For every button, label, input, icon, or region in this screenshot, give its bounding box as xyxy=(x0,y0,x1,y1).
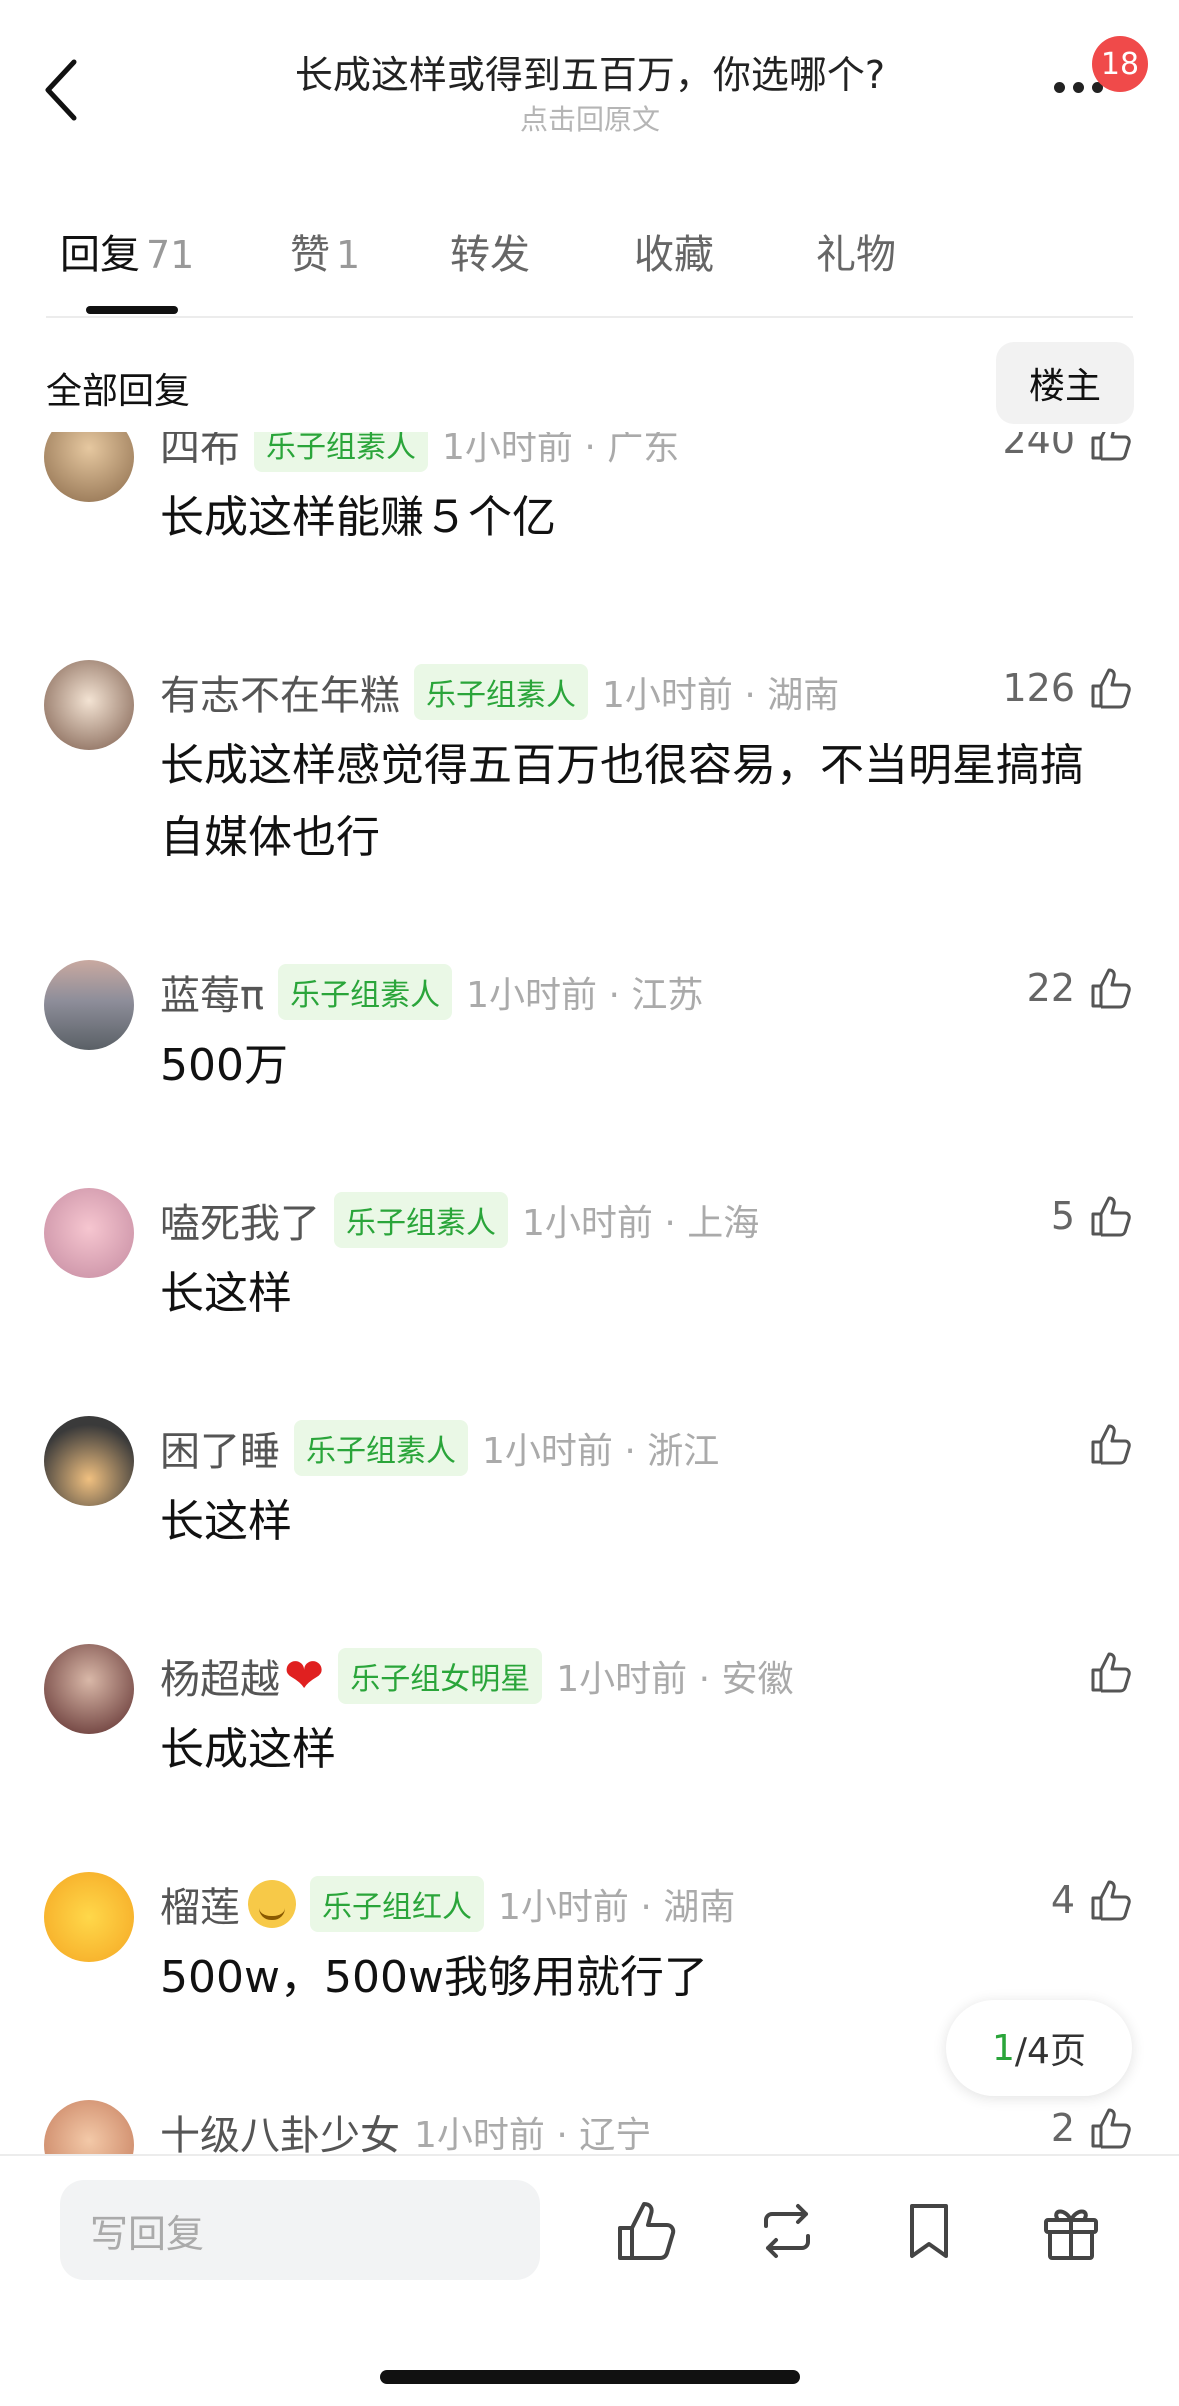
thumbs-up-icon xyxy=(1091,2108,1131,2149)
comment-text: 长这样 xyxy=(160,1496,292,1547)
tab-likes[interactable]: 赞1 xyxy=(290,222,360,280)
user-tag: 乐子组素人 xyxy=(254,432,428,472)
like-button[interactable] xyxy=(1075,1648,1135,1696)
tab-label: 收藏 xyxy=(634,232,714,278)
back-to-original-link[interactable]: 点击回原文 xyxy=(160,98,1020,138)
total-pages: /4页 xyxy=(1014,2031,1086,2072)
username[interactable]: 杨超越 xyxy=(160,1647,280,1705)
tab-replies[interactable]: 回复 71 xyxy=(60,222,194,280)
thumbs-up-icon xyxy=(1091,432,1131,461)
bookmark-icon[interactable] xyxy=(894,2196,964,2266)
active-tab-indicator xyxy=(86,306,178,314)
user-tag: 乐子组素人 xyxy=(278,964,453,1020)
tab-label: 回复 xyxy=(60,232,140,278)
user-tag: 乐子组素人 xyxy=(294,1420,468,1476)
divider xyxy=(46,316,1133,318)
reply-input[interactable]: 写回复 xyxy=(60,2180,540,2280)
like-icon[interactable] xyxy=(612,2196,682,2266)
like-count: 2 xyxy=(1050,2106,1075,2150)
smiling-emoji-icon xyxy=(248,1880,296,1928)
user-tag: 乐子组女明星 xyxy=(338,1648,543,1704)
timestamp-location: 1小时前 · 湖南 xyxy=(602,675,840,716)
avatar[interactable] xyxy=(44,1872,134,1962)
like-button[interactable]: 126 xyxy=(1002,664,1135,712)
home-indicator xyxy=(380,2370,800,2384)
user-tag: 乐子组红人 xyxy=(310,1876,484,1932)
owner-only-button[interactable]: 楼主 xyxy=(996,342,1134,424)
like-count: 4 xyxy=(1050,1878,1075,1922)
avatar[interactable] xyxy=(44,1416,134,1506)
back-arrow-icon[interactable] xyxy=(40,58,84,122)
username[interactable]: 困了睡 xyxy=(160,1419,280,1477)
repost-icon[interactable] xyxy=(752,2196,822,2266)
tab-count: 71 xyxy=(146,233,195,277)
username[interactable]: 十级八卦少女 xyxy=(160,2103,400,2154)
like-button[interactable]: 22 xyxy=(1027,964,1135,1012)
thumbs-up-icon xyxy=(1091,1880,1131,1921)
comment-list[interactable]: 四布 乐子组素人 1小时前 · 广东 240 长成这样能赚５个亿 有志不在年糕 乐子组… xyxy=(0,432,1179,2154)
avatar[interactable] xyxy=(44,660,134,750)
username[interactable]: 榴莲 xyxy=(160,1875,240,1933)
username[interactable]: 四布 xyxy=(160,432,240,473)
like-count: 22 xyxy=(1026,966,1075,1010)
notification-badge: 18 xyxy=(1092,36,1148,92)
timestamp-location: 1小时前 · 安徽 xyxy=(556,1659,794,1700)
tab-label: 转发 xyxy=(450,232,530,278)
timestamp-location: 1小时前 · 浙江 xyxy=(482,1431,720,1472)
avatar[interactable] xyxy=(44,2100,134,2154)
tab-reposts[interactable]: 转发 xyxy=(450,222,530,280)
avatar[interactable] xyxy=(44,1188,134,1278)
timestamp-location: 1小时前 · 江苏 xyxy=(466,975,704,1016)
heart-icon: ❤ xyxy=(284,1648,325,1704)
thumbs-up-icon xyxy=(1091,1652,1131,1693)
tab-gifts[interactable]: 礼物 xyxy=(816,222,896,280)
like-count: 240 xyxy=(1002,432,1075,462)
tab-count: 1 xyxy=(336,233,361,277)
page-title[interactable]: 长成这样或得到五百万，你选哪个? xyxy=(160,44,1020,99)
tab-favorites[interactable]: 收藏 xyxy=(634,222,714,280)
username[interactable]: 蓝莓π xyxy=(160,963,264,1021)
avatar[interactable] xyxy=(44,1644,134,1734)
current-page: 1 xyxy=(992,2027,1015,2069)
username[interactable]: 嗑死我了 xyxy=(160,1191,320,1249)
timestamp-location: 1小时前 · 上海 xyxy=(522,1203,760,1244)
like-button[interactable]: 4 xyxy=(1051,1876,1135,1924)
like-button[interactable]: 5 xyxy=(1051,1192,1135,1240)
thumbs-up-icon xyxy=(1091,1196,1131,1237)
gift-icon[interactable] xyxy=(1036,2196,1106,2266)
avatar[interactable] xyxy=(44,432,134,502)
thumbs-up-icon xyxy=(1091,968,1131,1009)
like-count: 126 xyxy=(1002,666,1075,710)
tab-label: 礼物 xyxy=(816,232,896,278)
comment-text: 长这样 xyxy=(160,1268,292,1319)
user-tag: 乐子组素人 xyxy=(334,1192,508,1248)
comment-text: 长成这样感觉得五百万也很容易，不当明星搞搞自媒体也行 xyxy=(160,740,1084,863)
timestamp-location: 1小时前 · 广东 xyxy=(442,432,680,468)
like-count: 5 xyxy=(1050,1194,1075,1238)
comment-text: 长成这样 xyxy=(160,1724,336,1775)
user-tag: 乐子组素人 xyxy=(414,664,588,720)
filter-label: 全部回复 xyxy=(46,371,191,412)
timestamp-location: 1小时前 · 辽宁 xyxy=(414,2115,652,2154)
page-indicator[interactable]: 1/4页 xyxy=(946,2000,1132,2096)
tab-label: 赞 xyxy=(290,232,330,278)
like-button[interactable]: 240 xyxy=(1002,432,1135,464)
timestamp-location: 1小时前 · 湖南 xyxy=(498,1887,736,1928)
comment-text: 长成这样能赚５个亿 xyxy=(160,492,556,543)
thumbs-up-icon xyxy=(1091,668,1131,709)
thumbs-up-icon xyxy=(1091,1424,1131,1465)
comment-text: 500万 xyxy=(160,1040,288,1091)
like-button[interactable] xyxy=(1075,1420,1135,1468)
avatar[interactable] xyxy=(44,960,134,1050)
username[interactable]: 有志不在年糕 xyxy=(160,663,400,721)
like-button[interactable]: 2 xyxy=(1051,2104,1135,2152)
divider xyxy=(0,2154,1179,2156)
